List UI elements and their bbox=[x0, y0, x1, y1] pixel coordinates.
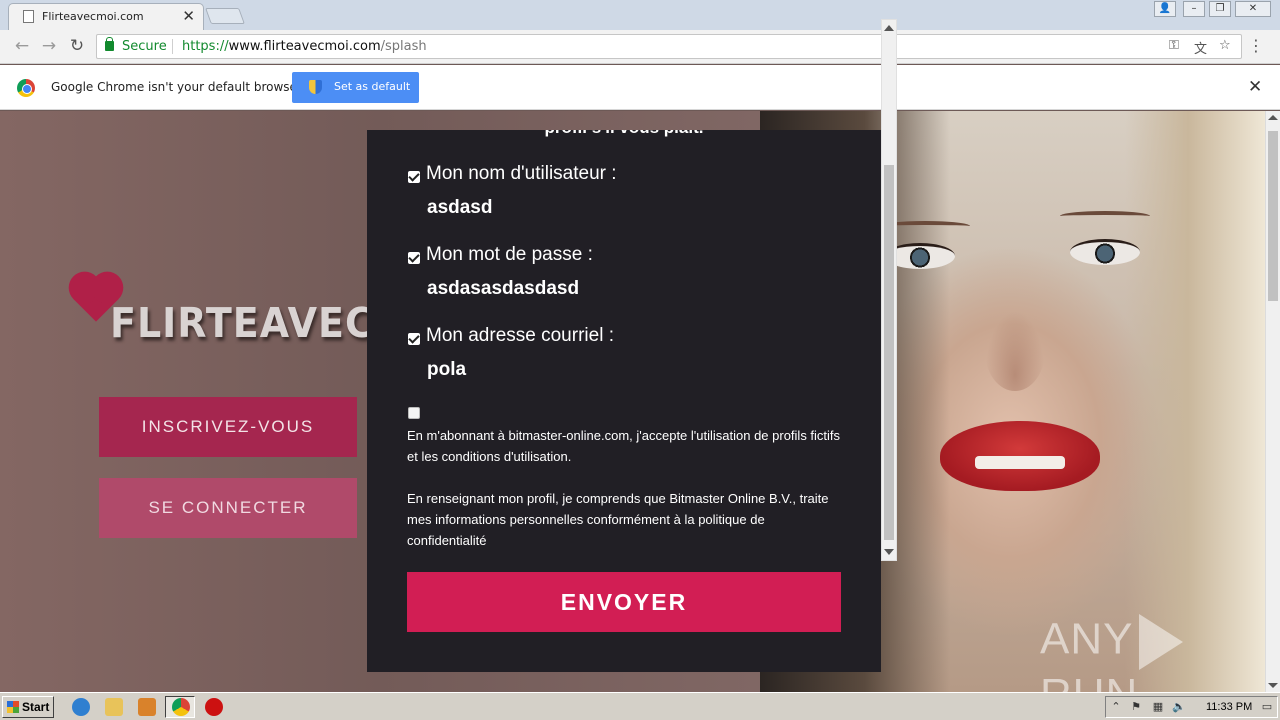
photo-nose bbox=[985, 311, 1045, 391]
reload-icon[interactable]: ↻ bbox=[67, 36, 87, 56]
modal-heading: profil s'il vous plaît. bbox=[367, 130, 881, 138]
password-checkbox[interactable] bbox=[408, 252, 420, 264]
default-browser-infobar: Google Chrome isn't your default browser… bbox=[0, 65, 1280, 110]
network-icon[interactable]: ▦ bbox=[1151, 700, 1165, 714]
page-scrollbar[interactable] bbox=[1265, 111, 1280, 692]
clock[interactable]: 11:33 PM bbox=[1206, 701, 1252, 713]
infobar-close-icon[interactable]: ✕ bbox=[1248, 77, 1262, 97]
action-center-flag-icon[interactable]: ⚑ bbox=[1129, 700, 1143, 714]
watermark-left: ANY bbox=[1040, 614, 1134, 664]
browser-toolbar: ← → ↻ Secure https://www.flirteavecmoi.c… bbox=[0, 30, 1280, 64]
play-triangle-icon bbox=[1139, 614, 1184, 670]
restore-button[interactable]: ❐ bbox=[1209, 1, 1231, 17]
password-label: Mon mot de passe : bbox=[426, 244, 593, 265]
volume-icon[interactable]: 🔈 bbox=[1172, 700, 1186, 714]
page-scroll-up-icon[interactable] bbox=[1268, 115, 1278, 120]
set-as-default-button[interactable]: Set as default bbox=[292, 72, 419, 103]
submit-button[interactable]: ENVOYER bbox=[407, 572, 841, 632]
minimize-button[interactable]: – bbox=[1183, 1, 1205, 17]
url-text[interactable]: https://www.flirteavecmoi.com/splash bbox=[182, 39, 427, 54]
photo-brow-right bbox=[1060, 211, 1150, 221]
url-scheme: https:// bbox=[182, 39, 229, 54]
privacy-text: En renseignant mon profil, je comprends … bbox=[407, 491, 829, 548]
page-favicon-icon bbox=[23, 10, 34, 23]
modal-scroll-thumb[interactable] bbox=[884, 165, 894, 540]
username-checkbox[interactable] bbox=[408, 171, 420, 183]
email-value: pola bbox=[427, 359, 467, 380]
chrome-taskbar-icon bbox=[172, 698, 190, 716]
watermark-right: RUN bbox=[1040, 670, 1138, 692]
translate-icon[interactable]: 文 bbox=[1194, 38, 1207, 57]
address-bar[interactable]: Secure https://www.flirteavecmoi.com/spl… bbox=[96, 34, 1242, 59]
back-arrow-icon[interactable]: ← bbox=[12, 36, 32, 56]
password-value: asdasasdasdasd bbox=[427, 278, 580, 299]
email-checkbox[interactable] bbox=[408, 333, 420, 345]
start-label: Start bbox=[22, 700, 50, 714]
media-player-icon[interactable] bbox=[138, 698, 156, 716]
key-icon[interactable]: ⚿ bbox=[1169, 38, 1179, 53]
photo-hair-right bbox=[1125, 111, 1265, 692]
browser-tab[interactable]: Flirteavecmoi.com ✕ bbox=[8, 3, 204, 30]
login-button[interactable]: SE CONNECTER bbox=[99, 478, 357, 538]
anyrun-watermark: ANY RUN bbox=[1040, 614, 1265, 692]
tab-strip: Flirteavecmoi.com ✕ 👤 – ❐ ✕ bbox=[0, 0, 1280, 30]
photo-eye-right bbox=[1070, 239, 1140, 265]
url-host: www.flirteavecmoi.com bbox=[228, 39, 381, 54]
uac-shield-icon bbox=[309, 80, 322, 94]
registration-modal: profil s'il vous plaît. Mon nom d'utilis… bbox=[367, 130, 881, 672]
modal-scroll-down-icon[interactable] bbox=[884, 549, 894, 555]
forward-arrow-icon[interactable]: → bbox=[39, 36, 59, 56]
chrome-menu-icon[interactable]: ⋮ bbox=[1248, 36, 1264, 56]
windows-taskbar: Start ⌃ ⚑ ▦ 🔈 11:33 PM ▭ bbox=[0, 692, 1280, 720]
modal-scrollbar[interactable] bbox=[881, 19, 897, 561]
secure-label: Secure bbox=[122, 39, 167, 54]
email-label: Mon adresse courriel : bbox=[426, 325, 614, 346]
show-hidden-icons-icon[interactable]: ⌃ bbox=[1109, 700, 1123, 714]
internet-explorer-icon[interactable] bbox=[72, 698, 90, 716]
set-as-default-label: Set as default bbox=[334, 80, 411, 93]
photo-teeth bbox=[975, 456, 1065, 469]
close-window-button[interactable]: ✕ bbox=[1235, 1, 1271, 17]
infobar-message: Google Chrome isn't your default browser bbox=[51, 80, 302, 94]
chrome-taskbar-button[interactable] bbox=[165, 696, 195, 718]
username-value: asdasd bbox=[427, 197, 493, 218]
terms-checkbox[interactable] bbox=[408, 407, 420, 419]
show-desktop-icon[interactable]: ▭ bbox=[1260, 700, 1274, 714]
new-tab-button[interactable] bbox=[205, 8, 245, 24]
page-scroll-thumb[interactable] bbox=[1268, 131, 1278, 301]
modal-scroll-up-icon[interactable] bbox=[884, 25, 894, 31]
profile-icon[interactable]: 👤 bbox=[1154, 1, 1176, 17]
signup-button[interactable]: INSCRIVEZ-VOUS bbox=[99, 397, 357, 457]
url-path: /splash bbox=[380, 39, 427, 54]
start-button[interactable]: Start bbox=[2, 696, 54, 718]
chrome-logo-icon bbox=[17, 79, 35, 97]
omnibox-divider bbox=[172, 39, 173, 54]
username-label: Mon nom d'utilisateur : bbox=[426, 163, 617, 184]
bookmark-star-icon[interactable]: ☆ bbox=[1219, 38, 1231, 53]
system-tray: ⌃ ⚑ ▦ 🔈 11:33 PM ▭ bbox=[1105, 696, 1278, 718]
lock-icon bbox=[105, 37, 114, 51]
close-tab-icon[interactable]: ✕ bbox=[182, 7, 195, 25]
windows-flag-icon bbox=[7, 701, 19, 713]
page-scroll-down-icon[interactable] bbox=[1268, 683, 1278, 688]
file-explorer-icon[interactable] bbox=[105, 698, 123, 716]
opera-icon[interactable] bbox=[205, 698, 223, 716]
tab-title: Flirteavecmoi.com bbox=[42, 10, 144, 23]
terms-text: En m'abonnant à bitmaster-online.com, j'… bbox=[407, 428, 841, 464]
page-viewport: FLIRTEAVECMOI INSCRIVEZ-VOUS SE CONNECTE… bbox=[0, 111, 1265, 692]
